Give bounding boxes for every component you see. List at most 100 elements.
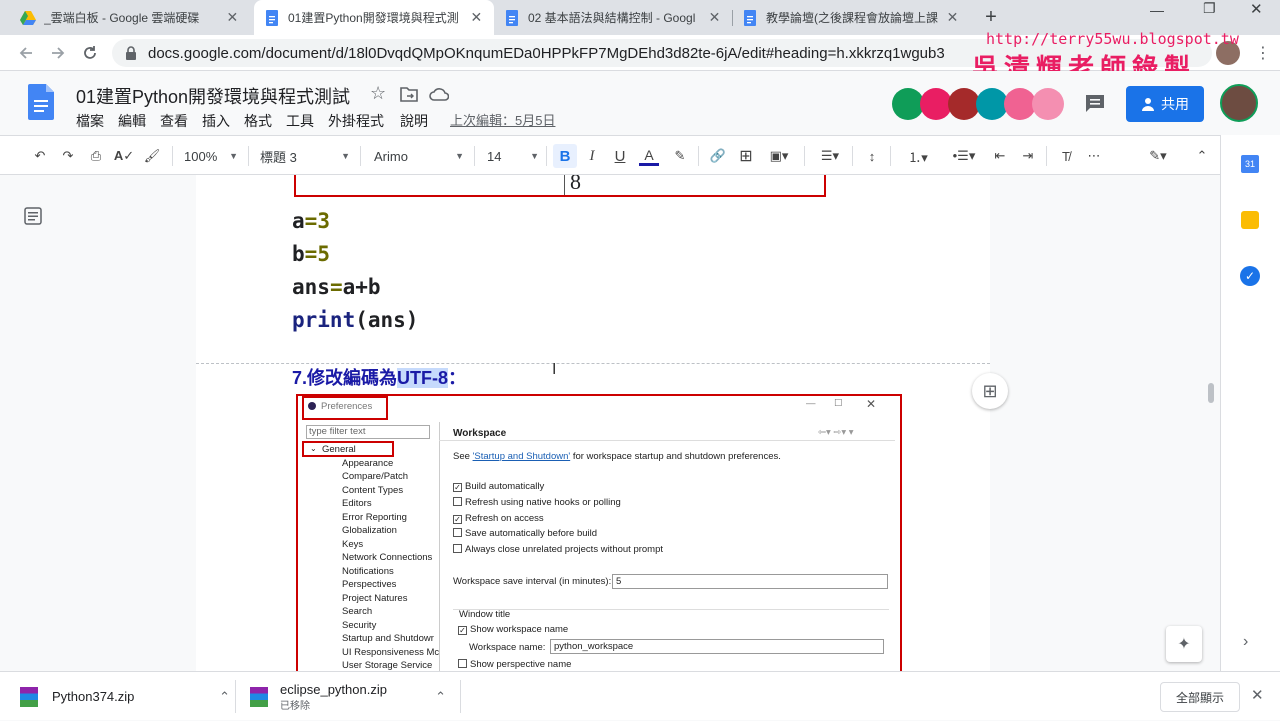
- doc-title[interactable]: 01建置Python開發環境與程式測試: [76, 83, 350, 109]
- collapse-icon[interactable]: ⌃: [1192, 144, 1212, 168]
- comment-icon[interactable]: [1084, 93, 1106, 113]
- minimize-button[interactable]: —: [1150, 2, 1164, 18]
- new-tab-button[interactable]: +: [980, 6, 1002, 28]
- add-comment-icon[interactable]: ⊞: [736, 144, 756, 168]
- chevron-up-icon[interactable]: ⌃: [435, 689, 446, 705]
- chevron-down-icon: ⌄: [310, 444, 317, 453]
- tree-item: Keys: [342, 539, 364, 550]
- section-heading[interactable]: 7.修改編碼為UTF-8：: [292, 364, 466, 390]
- link-icon[interactable]: 🔗: [708, 144, 728, 168]
- font-select[interactable]: Arimo ▼: [374, 144, 464, 168]
- tasks-icon[interactable]: ✓: [1240, 266, 1260, 286]
- group-divider: [453, 609, 889, 610]
- chevron-right-icon[interactable]: ›: [1243, 633, 1248, 651]
- download-divider: [235, 680, 236, 713]
- close-icon[interactable]: ✕: [225, 9, 240, 26]
- reload-button[interactable]: [78, 41, 102, 65]
- browser-tab-doc-02[interactable]: 02 基本語法與結構控制 - Googl ✕: [494, 0, 732, 35]
- tab-title: 02 基本語法與結構控制 - Googl: [528, 11, 696, 25]
- paint-format-icon[interactable]: 🖌: [142, 144, 162, 168]
- scrollbar-thumb[interactable]: [1208, 383, 1214, 403]
- forward-button[interactable]: [46, 41, 70, 65]
- numbered-list-icon[interactable]: ⒈▾: [900, 144, 936, 168]
- decrease-indent-icon[interactable]: ⇤: [990, 144, 1010, 168]
- line-spacing-icon[interactable]: ↕: [862, 144, 882, 168]
- save-interval-input: 5: [612, 574, 888, 589]
- reload-icon: [84, 46, 96, 59]
- browser-menu-icon[interactable]: ⋮: [1255, 43, 1271, 63]
- toolbar-divider: [172, 146, 173, 166]
- eclipse-preferences-image[interactable]: Preferences — ☐ ✕ type filter text ⌄ Gen…: [296, 394, 902, 671]
- explore-button[interactable]: ✦: [1166, 626, 1202, 662]
- browser-tab-drive[interactable]: _雲端白板 - Google 雲端硬碟 ✕: [10, 0, 250, 35]
- menu-view[interactable]: 查看: [160, 111, 188, 131]
- tree-item: Notifications: [342, 566, 394, 577]
- code-line-print: print(ans): [292, 308, 419, 332]
- close-icon[interactable]: ✕: [469, 9, 484, 26]
- italic-icon[interactable]: I: [582, 144, 602, 168]
- toolbar-divider: [698, 146, 699, 166]
- highlight-icon[interactable]: ✎: [670, 144, 690, 168]
- more-icon[interactable]: ⋯: [1084, 144, 1104, 168]
- close-icon[interactable]: ✕: [707, 9, 722, 26]
- browser-tab-doc-01[interactable]: 01建置Python開發環境與程式測 ✕: [254, 0, 494, 35]
- close-icon[interactable]: ✕: [945, 9, 960, 26]
- last-edit-link[interactable]: 上次編輯：5月5日: [450, 110, 555, 129]
- table-cell: 8: [570, 175, 581, 194]
- account-avatar[interactable]: [1220, 84, 1258, 122]
- menu-file[interactable]: 檔案: [76, 111, 104, 131]
- calendar-icon[interactable]: 31: [1241, 155, 1259, 173]
- move-folder-icon[interactable]: [400, 86, 418, 102]
- menu-help[interactable]: 說明: [400, 111, 428, 131]
- share-button[interactable]: 共用: [1126, 86, 1204, 122]
- star-icon[interactable]: ☆: [370, 83, 386, 104]
- show-all-button[interactable]: 全部顯示: [1160, 682, 1240, 712]
- style-select[interactable]: 標題 3 ▼: [260, 144, 350, 168]
- table-divider: [564, 175, 565, 195]
- download-item[interactable]: eclipse_python.zip 已移除 ⌃: [250, 672, 446, 721]
- window-title-group: Window title: [459, 609, 511, 620]
- clear-formatting-icon[interactable]: T̸: [1056, 144, 1076, 168]
- code-line-a: a=3: [292, 209, 330, 233]
- close-icon[interactable]: ✕: [1251, 686, 1264, 704]
- bold-icon[interactable]: B: [553, 144, 577, 168]
- back-button[interactable]: [14, 41, 38, 65]
- text-color-icon[interactable]: A: [638, 144, 660, 168]
- close-window-button[interactable]: ✕: [1250, 0, 1263, 18]
- docs-logo-icon[interactable]: [28, 84, 54, 120]
- collaborator-avatar[interactable]: [1032, 88, 1064, 120]
- person-icon: [1142, 98, 1154, 111]
- undo-icon[interactable]: ↶: [30, 144, 50, 168]
- save-interval-label: Workspace save interval (in minutes):: [453, 576, 612, 587]
- font-size-select[interactable]: 14 ▼: [487, 144, 539, 168]
- menu-tools[interactable]: 工具: [286, 111, 314, 131]
- option-build-auto: ✓ Build automatically: [453, 481, 545, 492]
- menu-format[interactable]: 格式: [244, 111, 272, 131]
- bulleted-list-icon[interactable]: •☰▾: [946, 144, 982, 168]
- spellcheck-icon[interactable]: A✓: [114, 144, 134, 168]
- menu-insert[interactable]: 插入: [202, 111, 230, 131]
- editing-mode-icon[interactable]: ✎▾: [1142, 144, 1174, 168]
- insert-image-icon[interactable]: ▣▾: [762, 144, 796, 168]
- browser-tab-forum[interactable]: 教學論壇(之後課程會放論壇上課 ✕: [732, 0, 970, 35]
- outline-icon[interactable]: [24, 207, 42, 225]
- redo-icon[interactable]: ↷: [58, 144, 78, 168]
- keep-icon[interactable]: [1241, 211, 1259, 229]
- menu-addons[interactable]: 外掛程式: [328, 111, 384, 131]
- chevron-up-icon[interactable]: ⌃: [219, 689, 230, 705]
- document-page[interactable]: 8 a=3 b=5 ans=a+b print(ans) 7.修改編碼為UTF-…: [196, 175, 990, 671]
- maximize-icon: ☐: [834, 398, 843, 409]
- option-refresh-access: ✓ Refresh on access: [453, 513, 544, 524]
- cloud-saved-icon[interactable]: [429, 87, 449, 101]
- download-item[interactable]: Python374.zip ⌃: [20, 672, 230, 721]
- align-left-icon[interactable]: ☰▾: [814, 144, 846, 168]
- toolbar-divider: [804, 146, 805, 166]
- underline-icon[interactable]: U: [610, 144, 630, 168]
- restore-button[interactable]: ❐: [1203, 0, 1216, 17]
- menu-edit[interactable]: 編輯: [118, 111, 146, 131]
- print-icon[interactable]: ⎙: [86, 144, 106, 168]
- zoom-select[interactable]: 100% ▼: [184, 144, 238, 168]
- increase-indent-icon[interactable]: ⇥: [1018, 144, 1038, 168]
- add-comment-button[interactable]: ⊞: [972, 373, 1008, 409]
- arrow-right-icon: [52, 47, 65, 59]
